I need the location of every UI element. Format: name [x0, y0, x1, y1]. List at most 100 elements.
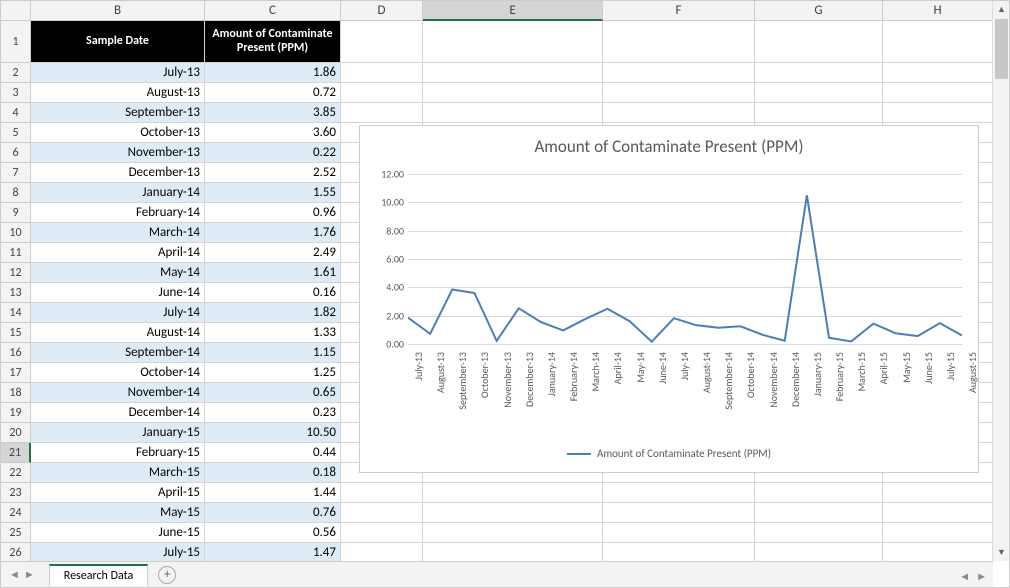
cell[interactable]	[883, 63, 993, 83]
cell[interactable]	[341, 543, 423, 561]
cell[interactable]	[603, 543, 755, 561]
row-number[interactable]: 16	[1, 343, 31, 363]
col-header-G[interactable]: G	[755, 1, 883, 21]
cell-sample-date[interactable]: April-14	[31, 243, 205, 263]
cell-sample-date[interactable]: January-14	[31, 183, 205, 203]
cell[interactable]	[341, 83, 423, 103]
row-number[interactable]: 19	[1, 403, 31, 423]
row-number[interactable]: 17	[1, 363, 31, 383]
scroll-down-icon[interactable]: ▼	[993, 544, 1010, 561]
cell[interactable]	[883, 103, 993, 123]
cell[interactable]	[755, 523, 883, 543]
col-header-F[interactable]: F	[603, 1, 755, 21]
cell-amount-ppm[interactable]: 1.15	[205, 343, 341, 363]
row-number[interactable]: 26	[1, 543, 31, 561]
row-number[interactable]: 8	[1, 183, 31, 203]
cell-amount-ppm[interactable]: 1.47	[205, 543, 341, 561]
cell-sample-date[interactable]: August-13	[31, 83, 205, 103]
cell-sample-date[interactable]: December-13	[31, 163, 205, 183]
cell[interactable]	[603, 83, 755, 103]
cell-amount-ppm[interactable]: 1.61	[205, 263, 341, 283]
cell-amount-ppm[interactable]: 1.82	[205, 303, 341, 323]
cell-amount-ppm[interactable]: 0.56	[205, 523, 341, 543]
col-header-H[interactable]: H	[883, 1, 993, 21]
cell[interactable]	[883, 83, 993, 103]
cell[interactable]	[603, 503, 755, 523]
cell[interactable]	[423, 83, 603, 103]
cell[interactable]	[603, 523, 755, 543]
row-number[interactable]: 6	[1, 143, 31, 163]
row-number[interactable]: 7	[1, 163, 31, 183]
cell-amount-ppm[interactable]: 1.33	[205, 323, 341, 343]
add-sheet-button[interactable]: +	[158, 566, 176, 584]
vertical-scrollbar[interactable]: ▲ ▼	[992, 1, 1009, 561]
cell-sample-date[interactable]: May-15	[31, 503, 205, 523]
cell[interactable]	[341, 103, 423, 123]
scroll-thumb[interactable]	[995, 19, 1008, 79]
cell[interactable]	[603, 103, 755, 123]
cell-amount-ppm[interactable]: 3.85	[205, 103, 341, 123]
row-number[interactable]: 20	[1, 423, 31, 443]
row-number[interactable]: 14	[1, 303, 31, 323]
col-header-B[interactable]: B	[31, 1, 205, 21]
cell-amount-ppm[interactable]: 1.76	[205, 223, 341, 243]
cell[interactable]	[883, 543, 993, 561]
row-number[interactable]: 12	[1, 263, 31, 283]
cell-amount-ppm[interactable]: 0.22	[205, 143, 341, 163]
row-number[interactable]: 25	[1, 523, 31, 543]
cell-sample-date[interactable]: June-14	[31, 283, 205, 303]
cell-sample-date[interactable]: November-13	[31, 143, 205, 163]
cell-sample-date[interactable]: March-14	[31, 223, 205, 243]
spreadsheet-grid[interactable]: B C D E F G H 1 Sample Date Amount of Co…	[1, 1, 993, 561]
row-number[interactable]: 22	[1, 463, 31, 483]
cell-sample-date[interactable]: June-15	[31, 523, 205, 543]
tab-prev-icon[interactable]: ◄	[9, 568, 20, 581]
cell-sample-date[interactable]: July-14	[31, 303, 205, 323]
cell-sample-date[interactable]: February-14	[31, 203, 205, 223]
cell[interactable]	[883, 21, 993, 63]
cell-sample-date[interactable]: February-15	[31, 443, 205, 463]
cell-sample-date[interactable]: August-14	[31, 323, 205, 343]
cell-sample-date[interactable]: April-15	[31, 483, 205, 503]
cell-sample-date[interactable]: July-15	[31, 543, 205, 561]
cell[interactable]	[883, 523, 993, 543]
row-number[interactable]: 4	[1, 103, 31, 123]
cell-sample-date[interactable]: January-15	[31, 423, 205, 443]
cell[interactable]	[341, 503, 423, 523]
col-header-C[interactable]: C	[205, 1, 341, 21]
cell-amount-ppm[interactable]: 3.60	[205, 123, 341, 143]
hscroll-right-icon[interactable]: ►	[976, 570, 987, 583]
cell[interactable]	[603, 483, 755, 503]
sheet-tab-research-data[interactable]: Research Data	[49, 564, 148, 586]
cell-sample-date[interactable]: September-13	[31, 103, 205, 123]
cell[interactable]	[341, 483, 423, 503]
cell-amount-ppm[interactable]: 1.86	[205, 63, 341, 83]
row-number[interactable]: 5	[1, 123, 31, 143]
cell[interactable]	[883, 483, 993, 503]
cell[interactable]	[755, 483, 883, 503]
cell[interactable]	[423, 483, 603, 503]
cell-amount-ppm[interactable]: 0.18	[205, 463, 341, 483]
row-number[interactable]: 10	[1, 223, 31, 243]
cell-amount-ppm[interactable]: 0.72	[205, 83, 341, 103]
cell[interactable]	[603, 63, 755, 83]
row-number[interactable]: 1	[1, 21, 31, 63]
cell[interactable]	[423, 503, 603, 523]
row-number[interactable]: 11	[1, 243, 31, 263]
row-number[interactable]: 21	[1, 443, 31, 463]
cell-sample-date[interactable]: July-13	[31, 63, 205, 83]
hscroll-left-icon[interactable]: ◄	[959, 570, 970, 583]
col-header-D[interactable]: D	[341, 1, 423, 21]
row-number[interactable]: 3	[1, 83, 31, 103]
cell-sample-date[interactable]: September-14	[31, 343, 205, 363]
cell[interactable]	[423, 63, 603, 83]
cell-amount-ppm[interactable]: 0.76	[205, 503, 341, 523]
cell-amount-ppm[interactable]: 0.65	[205, 383, 341, 403]
cell[interactable]	[423, 543, 603, 561]
cell-sample-date[interactable]: October-14	[31, 363, 205, 383]
cell-sample-date[interactable]: November-14	[31, 383, 205, 403]
cell-sample-date[interactable]: May-14	[31, 263, 205, 283]
cell-amount-ppm[interactable]: 10.50	[205, 423, 341, 443]
row-number[interactable]: 24	[1, 503, 31, 523]
cell-amount-ppm[interactable]: 2.49	[205, 243, 341, 263]
